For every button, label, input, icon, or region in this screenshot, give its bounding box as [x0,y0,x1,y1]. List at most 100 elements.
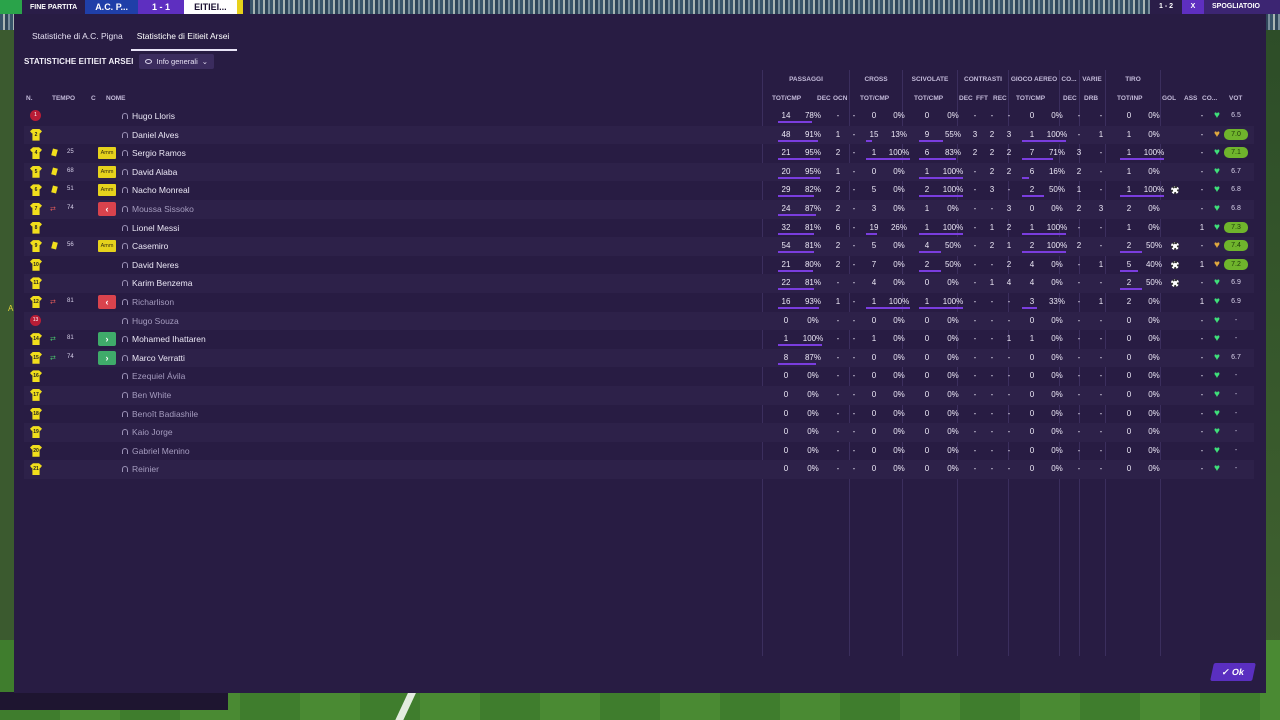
table-row[interactable]: 2 Daniel Alves 48 91% 1-15 13% 9 55% 3 2 3 1 100% -1 1… [24,125,1254,145]
table-row[interactable]: 16 Ezequiel Ávila 0 0% - -0 0% 0 0% - - -0 0% - -0 0% - ♥… [24,367,1254,386]
dressing-room-button[interactable]: SPOGLIATOIO [1204,0,1280,14]
player-name[interactable]: Moussa Sissoko [122,204,194,214]
player-name[interactable]: Hugo Souza [122,316,179,326]
player-name[interactable]: Ezequiel Ávila [122,371,185,381]
sub-in-button[interactable]: › [98,332,116,347]
table-row[interactable]: 4 25 Amm Sergio Ramos 21 95% 2 - 1 100% 6 83% 2 2 2 7 71… [24,144,1254,163]
table-row[interactable]: 7 ⇄ 74 ‹ Moussa Sissoko 24 87% 2 - 3 0% 1 0% - - 3 0 0% 2 3… [24,199,1254,219]
col-cross-totcmp[interactable]: TOT/CMP [860,95,889,102]
player-name[interactable]: Sergio Ramos [122,148,186,158]
table-row[interactable]: 21 Reinier 0 0% - -0 0% 0 0% - - -0 0% - -0 0% - ♥ - [24,460,1254,479]
col-con-fft[interactable]: FFT [976,95,988,102]
table-row[interactable]: 20 Gabriel Menino 0 0% - -0 0% 0 0% - - -0 0% - -0 0% - ♥… [24,442,1254,461]
table-row[interactable]: 10 David Neres 21 80% 2-7 0% 2 50% - -2 4 0% -1 5 40% 1… [24,256,1254,275]
col-con-dec[interactable]: DEC [959,95,973,102]
yellow-card-icon [51,241,58,250]
sub-out-button[interactable]: ‹ [98,294,116,309]
col-pass-dec[interactable]: DEC [817,95,831,102]
pass-bar [778,139,819,142]
aer-pct: 0% [1051,408,1063,418]
table-row[interactable]: 17 Ben White 0 0% - -0 0% 0 0% - - -0 0% - -0 0% - ♥ - [24,385,1254,405]
table-row[interactable]: 8 Lionel Messi 32 81% 6-19 26% 1 100% -1 2 1 100% - -… [24,219,1254,238]
col-aereo-totcmp[interactable]: TOT/CMP [1016,95,1045,102]
pitch-left-edge [0,30,14,700]
table-row[interactable]: 1 Hugo Lloris 14 78% - - 0 0% 0 0% - - - 0 0% - - 0 0% - ♥ 6.… [24,107,1254,126]
co-dec: - [1077,296,1081,306]
table-row[interactable]: 14 ⇄ 81 › Mohamed Ihattaren 1 100% - -1 0% 0 0% - -1 1… [24,330,1254,349]
cross-total: 0 [871,111,877,120]
view-dropdown[interactable]: Info generali ⌄ [139,54,215,69]
player-icon [122,336,128,343]
goal-ball-icon [1171,242,1179,251]
player-name[interactable]: Richarlison [122,297,174,307]
col-sciv-totcmp[interactable]: TOT/CMP [914,95,943,102]
player-name[interactable]: David Alaba [122,167,177,177]
col-pass-ocn[interactable]: OCN [833,95,847,102]
col-pass-totcmp[interactable]: TOT/CMP [772,95,801,102]
col-drb[interactable]: DRB [1084,95,1098,102]
table-row[interactable]: 5 68 Amm David Alaba 20 95% 1-0 0% 1 100% -2 2 6 16% 2… [24,162,1254,182]
col-card[interactable]: C [91,95,96,102]
table-row[interactable]: 6 51 Amm Nacho Monreal 29 82% 2-5 0% 2 100% -3-2 50… [24,181,1254,200]
player-name[interactable]: Ben White [122,390,171,400]
sub-out-button[interactable]: ‹ [98,201,116,216]
player-name[interactable]: Marco Verratti [122,353,185,363]
condition-heart-icon: ♥ [1214,426,1220,438]
classification-icon[interactable] [0,0,22,14]
col-time[interactable]: TEMPO [52,95,75,102]
pass-ocn: - [852,334,856,344]
sub-in-icon: ⇄ [50,354,56,362]
tiro-pct: 0% [1148,445,1160,455]
sciv-total: 0 [924,278,930,288]
col-tiro-totinp[interactable]: TOT/INP [1117,95,1143,102]
col-co-dec[interactable]: DEC [1063,95,1077,102]
player-name[interactable]: Mohamed Ihattaren [122,334,206,344]
score: 1 - 1 [138,0,185,14]
condition-heart-icon: ♥ [1214,147,1220,159]
player-name[interactable]: Nacho Monreal [122,185,190,195]
player-icon [122,466,128,473]
pass-pct: 0% [807,445,819,455]
table-row[interactable]: 12 ⇄ 81 ‹ Richarlison 16 93% 1-1 100% 1 100% - - -3 33… [24,293,1254,312]
table-row[interactable]: 18 Benoît Badiashile 0 0% - - 0 0% 0 0% - - - 0 0% - - 0 0… [24,405,1254,424]
aer-pct: 100% [1046,222,1068,232]
pass-dec: - [836,445,840,455]
player-name[interactable]: Lionel Messi [122,223,179,233]
tab-home-stats[interactable]: Statistiche di A.C. Pigna [26,28,131,51]
player-name[interactable]: Karim Benzema [122,278,192,288]
ok-button[interactable]: ✓ Ok [1210,663,1256,681]
player-rating: - [1234,335,1238,343]
table-row[interactable]: 19 Kaio Jorge 0 0% - -0 0% 0 0% - - -0 0% - -0 0% - ♥ - [24,423,1254,442]
table-row[interactable]: 9 56 Amm Casemiro 54 81% 2-5 0% 4 50% -2 1 2 100% 2-2 5… [24,237,1254,256]
player-rating: 6.7 [1231,167,1241,175]
sciv-bar [919,195,963,198]
col-con-rec[interactable]: REC [993,95,1007,102]
con-fft: - [990,408,994,418]
player-name[interactable]: Daniel Alves [122,130,179,140]
player-name[interactable]: Casemiro [122,241,168,251]
player-name[interactable]: David Neres [122,260,179,270]
con-dec: - [973,334,977,344]
player-name[interactable]: Hugo Lloris [122,111,175,121]
table-row[interactable]: 13 Hugo Souza 0 0% - -0 0% 0 0% - - -0 0% - -0 0% - ♥ - [24,311,1254,331]
pass-total: 14 [781,111,791,120]
col-name[interactable]: NOME [106,95,126,102]
col-gol[interactable]: GOL [1162,95,1176,102]
player-name[interactable]: Gabriel Menino [122,446,190,456]
table-row[interactable]: 15 ⇄ 74 › Marco Verratti 8 87% - - 0 0% 0 0% - - - 0 0% - -… [24,348,1254,368]
col-number[interactable]: N. [26,95,33,102]
col-ass[interactable]: ASS [1184,95,1197,102]
table-row[interactable]: 11 Karim Benzema 22 81% - - 4 0% 0 0% - 1 4 4 0% - - 2 50%… [24,274,1254,293]
col-rating[interactable]: VOT [1229,95,1242,102]
drb: - [1099,315,1103,325]
sub-in-button[interactable]: › [98,350,116,365]
tab-away-stats[interactable]: Statistiche di Eitieit Arsei [130,28,238,51]
pass-total: 0 [783,371,789,381]
player-name[interactable]: Benoît Badiashile [122,409,198,419]
cross-pct: 0% [893,334,905,344]
pass-ocn: - [852,352,856,362]
player-name[interactable]: Kaio Jorge [122,427,173,437]
col-condition[interactable]: CO... [1202,95,1217,102]
close-icon[interactable]: X [1182,0,1204,14]
player-name[interactable]: Reinier [122,464,159,474]
